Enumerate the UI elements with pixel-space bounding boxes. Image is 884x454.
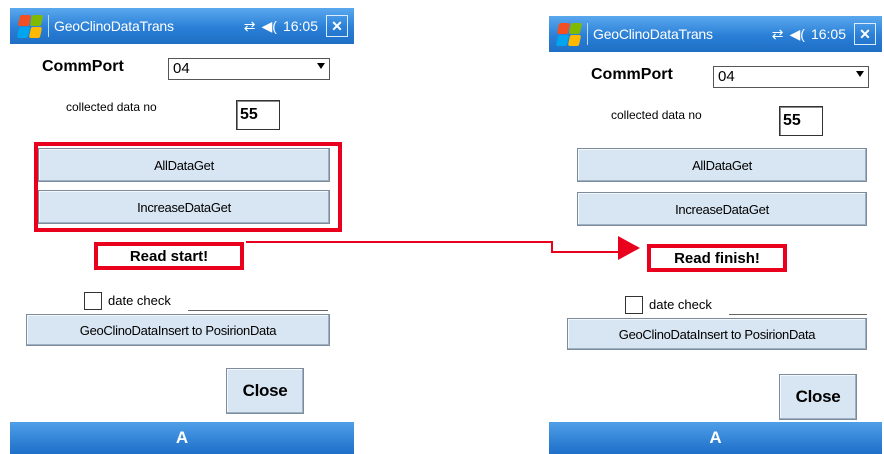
title-bar: GeoClinoDataTrans ⇄ ◀( 16:05 ✕ [10, 8, 354, 44]
all-data-get-button[interactable]: AllDataGet [577, 148, 867, 182]
input-mode-indicator[interactable]: A [176, 428, 188, 448]
close-icon[interactable]: ✕ [326, 15, 348, 37]
screen-right: GeoClinoDataTrans ⇄ ◀( 16:05 ✕ CommPort … [549, 16, 882, 454]
volume-icon[interactable]: ◀( [790, 26, 805, 43]
collected-data-field[interactable]: 55 [779, 106, 823, 136]
status-text: Read finish! [647, 244, 787, 272]
chevron-down-icon[interactable] [317, 63, 325, 69]
insert-position-data-button[interactable]: GeoClinoDataInsert to PosirionData [567, 318, 867, 350]
commport-value: 04 [718, 68, 735, 85]
commport-label: CommPort [42, 58, 124, 75]
date-check-checkbox[interactable] [84, 292, 102, 310]
collected-data-field[interactable]: 55 [236, 100, 280, 130]
title-separator [48, 15, 49, 37]
close-icon[interactable]: ✕ [854, 23, 876, 45]
input-mode-indicator[interactable]: A [709, 428, 721, 448]
status-text: Read start! [94, 242, 244, 270]
commport-value: 04 [173, 60, 190, 77]
collected-data-label: collected data no [66, 100, 157, 114]
commport-select[interactable]: 04 [168, 58, 330, 80]
close-button[interactable]: Close [226, 368, 304, 414]
clock-time[interactable]: 16:05 [811, 26, 846, 42]
date-check-underline [729, 314, 867, 315]
highlight-buttons-box [34, 142, 342, 232]
date-check-label: date check [108, 293, 171, 308]
date-check-label: date check [649, 297, 712, 312]
screen-left: GeoClinoDataTrans ⇄ ◀( 16:05 ✕ CommPort … [10, 8, 354, 454]
app-title: GeoClinoDataTrans [593, 26, 713, 42]
insert-position-data-button[interactable]: GeoClinoDataInsert to PosirionData [26, 314, 330, 346]
soft-key-bar: A [549, 422, 882, 454]
windows-start-icon[interactable] [555, 21, 583, 47]
title-separator [587, 23, 588, 45]
commport-select[interactable]: 04 [713, 66, 869, 88]
date-check-underline [188, 310, 328, 311]
sync-icon[interactable]: ⇄ [772, 26, 784, 43]
close-button[interactable]: Close [779, 374, 857, 420]
soft-key-bar: A [10, 422, 354, 454]
title-bar: GeoClinoDataTrans ⇄ ◀( 16:05 ✕ [549, 16, 882, 52]
chevron-down-icon[interactable] [856, 71, 864, 77]
date-check-checkbox[interactable] [625, 296, 643, 314]
commport-label: CommPort [591, 66, 673, 83]
clock-time[interactable]: 16:05 [283, 18, 318, 34]
increase-data-get-button[interactable]: IncreaseDataGet [577, 192, 867, 226]
collected-data-label: collected data no [611, 108, 702, 122]
volume-icon[interactable]: ◀( [262, 18, 277, 35]
app-title: GeoClinoDataTrans [54, 18, 174, 34]
sync-icon[interactable]: ⇄ [244, 18, 256, 35]
windows-start-icon[interactable] [16, 13, 44, 39]
